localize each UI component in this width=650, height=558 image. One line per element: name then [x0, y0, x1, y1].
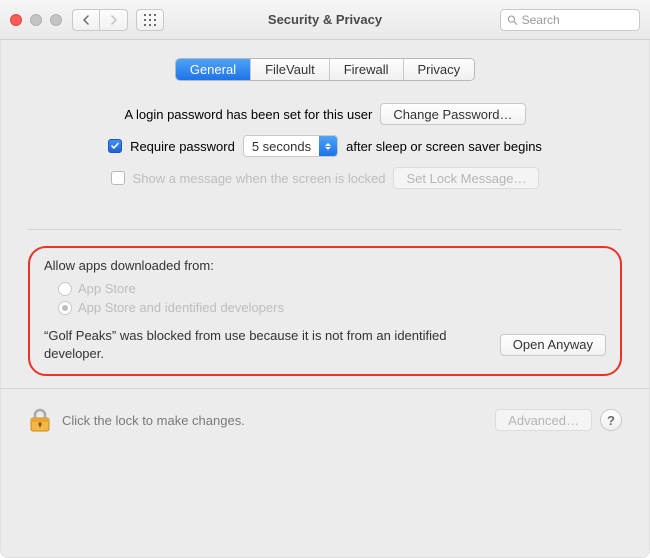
- require-password-delay-select[interactable]: 5 seconds: [243, 135, 338, 157]
- minimize-icon[interactable]: [30, 14, 42, 26]
- select-stepper-icon: [319, 136, 337, 156]
- close-icon[interactable]: [10, 14, 22, 26]
- forward-button[interactable]: [100, 9, 128, 31]
- preferences-window: Security & Privacy General FileVault Fir…: [0, 0, 650, 558]
- allow-apps-heading: Allow apps downloaded from:: [44, 258, 606, 273]
- search-input[interactable]: [522, 13, 633, 27]
- show-all-button[interactable]: [136, 9, 164, 31]
- tab-bar: General FileVault Firewall Privacy: [175, 58, 475, 81]
- change-password-button[interactable]: Change Password…: [380, 103, 525, 125]
- chevron-right-icon: [110, 15, 118, 25]
- chevron-left-icon: [82, 15, 90, 25]
- nav-back-forward: [72, 9, 128, 31]
- require-password-label: Require password: [130, 139, 235, 154]
- maximize-icon[interactable]: [50, 14, 62, 26]
- footer-wrap: Click the lock to make changes. Advanced…: [28, 376, 622, 433]
- show-message-label: Show a message when the screen is locked: [133, 171, 386, 186]
- allow-apps-block: Allow apps downloaded from: App Store Ap…: [28, 246, 622, 376]
- lock-hint-label: Click the lock to make changes.: [62, 413, 245, 428]
- blocked-app-message: “Golf Peaks” was blocked from use becaus…: [44, 327, 490, 362]
- login-password-label: A login password has been set for this u…: [124, 107, 372, 122]
- require-password-checkbox[interactable]: [108, 139, 122, 153]
- open-anyway-button[interactable]: Open Anyway: [500, 334, 606, 356]
- search-icon: [507, 14, 518, 26]
- tab-general[interactable]: General: [176, 59, 251, 80]
- tab-firewall[interactable]: Firewall: [330, 59, 404, 80]
- set-lock-message-button: Set Lock Message…: [393, 167, 539, 189]
- tab-filevault[interactable]: FileVault: [251, 59, 330, 80]
- radio-identified-label: App Store and identified developers: [78, 300, 284, 315]
- require-password-delay-value: 5 seconds: [252, 139, 311, 154]
- advanced-button: Advanced…: [495, 409, 592, 431]
- radio-identified-developers: [58, 301, 72, 315]
- tab-privacy[interactable]: Privacy: [404, 59, 475, 80]
- show-message-checkbox: [111, 171, 125, 185]
- titlebar: Security & Privacy: [0, 0, 650, 40]
- password-section: A login password has been set for this u…: [28, 103, 622, 189]
- footer: Click the lock to make changes. Advanced…: [28, 389, 622, 433]
- grid-icon: [144, 14, 156, 26]
- require-password-suffix: after sleep or screen saver begins: [346, 139, 542, 154]
- radio-app-store-label: App Store: [78, 281, 136, 296]
- section-divider: [28, 229, 622, 230]
- help-button[interactable]: ?: [600, 409, 622, 431]
- content-area: General FileVault Firewall Privacy A log…: [0, 40, 650, 558]
- search-field[interactable]: [500, 9, 640, 31]
- check-icon: [110, 141, 120, 151]
- back-button[interactable]: [72, 9, 100, 31]
- traffic-lights: [10, 14, 62, 26]
- radio-app-store: [58, 282, 72, 296]
- lock-icon[interactable]: [28, 407, 52, 433]
